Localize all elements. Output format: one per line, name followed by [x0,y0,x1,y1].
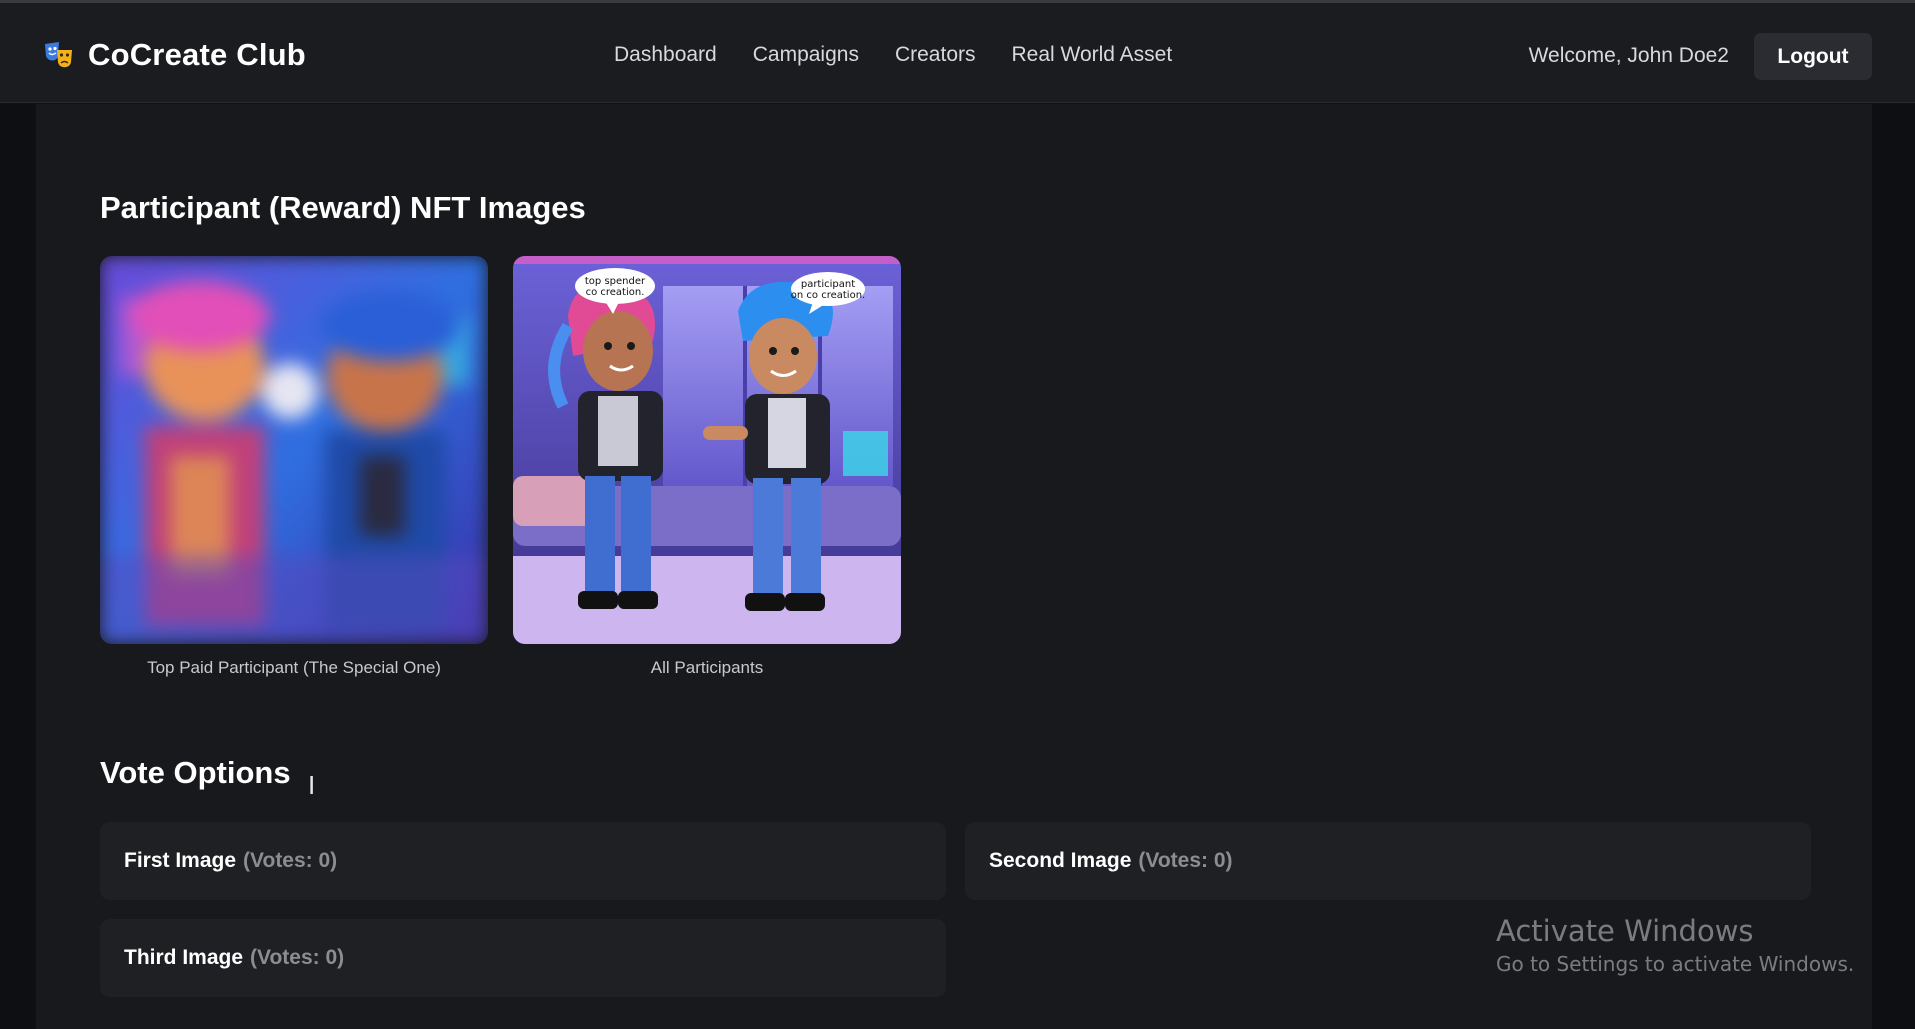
vote-option-count: (Votes: 0) [243,849,338,872]
nft-image-all-participants[interactable]: top spender co creation. participant on … [513,256,901,644]
logout-button[interactable]: Logout [1754,33,1872,80]
left-gutter [0,104,36,1029]
main-content: Participant (Reward) NFT Images Top Paid… [36,104,1872,1029]
vote-option-name: First Image [124,849,237,872]
nft-caption-top-paid: Top Paid Participant (The Special One) [147,658,441,677]
welcome-text: Welcome, John Doe2 [1528,44,1729,67]
top-navbar: CoCreate Club Dashboard Campaigns Creato… [0,0,1915,103]
vote-section-title: Vote Options [100,755,291,790]
nav-creators[interactable]: Creators [895,43,976,67]
nft-card-top-paid[interactable]: Top Paid Participant (The Special One) [100,256,488,678]
vote-option-third[interactable]: Third Image (Votes: 0) [100,919,946,997]
nft-image-top-paid[interactable] [100,256,488,644]
bubble-left-text-2: co creation. [586,287,645,298]
brand[interactable]: CoCreate Club [42,37,306,73]
right-gutter [1872,104,1915,1029]
nav-dashboard[interactable]: Dashboard [614,43,717,67]
vote-option-first[interactable]: First Image (Votes: 0) [100,822,946,900]
main-nav: Dashboard Campaigns Creators Real World … [614,43,1172,67]
nft-section-title: Participant (Reward) NFT Images [100,190,586,225]
nft-caption-all-participants: All Participants [650,658,764,677]
vote-option-second[interactable]: Second Image (Votes: 0) [965,822,1811,900]
nav-campaigns[interactable]: Campaigns [753,43,859,67]
vote-option-count: (Votes: 0) [1138,849,1233,872]
nft-card-all-participants[interactable]: top spender co creation. participant on … [513,256,901,678]
watermark-title: Activate Windows [1496,914,1754,948]
vote-option-name: Third Image [124,946,244,969]
bubble-left-text: top spender [585,276,646,287]
windows-activation-watermark: Activate Windows Go to Settings to activ… [1496,914,1854,976]
vote-option-name: Second Image [989,849,1132,872]
vote-option-count: (Votes: 0) [250,946,345,969]
watermark-subtitle: Go to Settings to activate Windows. [1496,952,1855,976]
theater-masks-icon [45,42,72,68]
nav-real-world-asset[interactable]: Real World Asset [1012,43,1173,67]
bubble-right-text: participant [801,279,855,290]
bubble-right-text-2: on co creation. [791,290,865,301]
brand-name: CoCreate Club [88,37,306,72]
text-cursor-icon: I [308,770,316,800]
